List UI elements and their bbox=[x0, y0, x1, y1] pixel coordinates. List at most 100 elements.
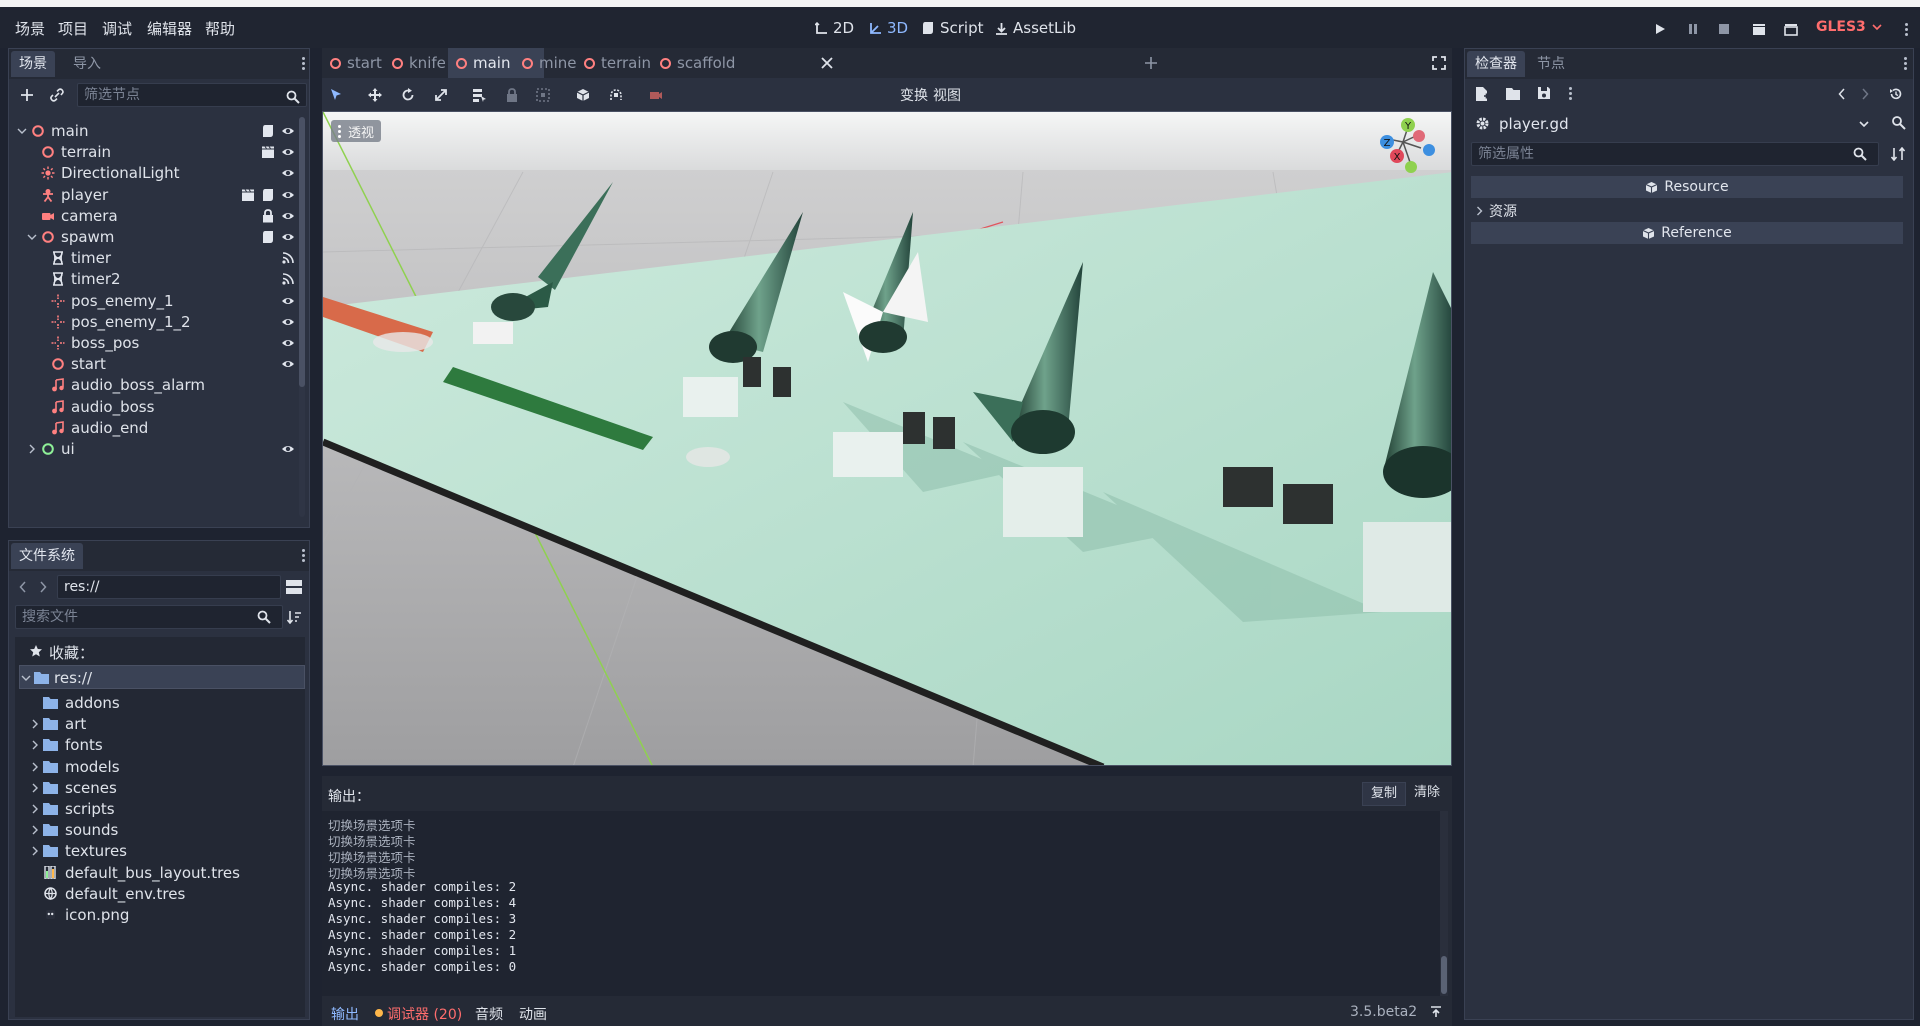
move-tool[interactable] bbox=[366, 86, 384, 104]
tab-inspector[interactable]: 检查器 bbox=[1467, 51, 1525, 77]
section-reference[interactable]: Reference bbox=[1471, 222, 1903, 244]
group-resource[interactable]: 资源 bbox=[1471, 199, 1903, 221]
signal-icon[interactable] bbox=[281, 272, 295, 286]
pause-button[interactable] bbox=[1683, 19, 1703, 39]
list-select-tool[interactable] bbox=[470, 86, 488, 104]
camera-preview-tool[interactable] bbox=[647, 86, 665, 104]
signal-icon[interactable] bbox=[281, 251, 295, 265]
chevron-down-icon[interactable] bbox=[17, 126, 27, 136]
tab-debugger[interactable]: 调试器 (20) bbox=[387, 1004, 462, 1024]
rotate-tool[interactable] bbox=[399, 86, 417, 104]
menu-editor[interactable]: 编辑器 bbox=[147, 18, 192, 39]
new-tab-icon[interactable] bbox=[1144, 56, 1158, 70]
open-folder-icon[interactable] bbox=[1506, 87, 1522, 101]
save-icon[interactable] bbox=[1537, 86, 1551, 100]
tab-node[interactable]: 节点 bbox=[1529, 51, 1573, 77]
play-button[interactable] bbox=[1650, 19, 1670, 39]
expand-panel-icon[interactable] bbox=[1430, 1006, 1442, 1018]
workspace-assetlib-button[interactable]: AssetLib bbox=[994, 17, 1076, 39]
chevron-right-icon[interactable] bbox=[30, 804, 40, 814]
split-mode-icon[interactable] bbox=[286, 580, 302, 594]
instance-scene-button[interactable] bbox=[47, 85, 67, 105]
filesystem-path-field[interactable]: res:// bbox=[57, 575, 281, 599]
scene-dock-menu-icon[interactable] bbox=[302, 57, 306, 70]
scene-tree-item-ui[interactable]: ui bbox=[19, 437, 299, 461]
new-resource-icon[interactable] bbox=[1475, 86, 1489, 102]
select-tool[interactable] bbox=[327, 86, 345, 104]
resource-picker[interactable]: player.gd bbox=[1471, 111, 1871, 137]
history-back-icon[interactable] bbox=[1838, 88, 1846, 100]
output-scroll-thumb[interactable] bbox=[1441, 956, 1447, 994]
lock-icon[interactable] bbox=[261, 208, 275, 223]
play-custom-scene-button[interactable] bbox=[1781, 19, 1801, 39]
workspace-2d-button[interactable]: 2D bbox=[814, 17, 854, 39]
tab-import[interactable]: 导入 bbox=[65, 51, 109, 77]
file-search-input[interactable]: 搜索文件 bbox=[15, 605, 283, 629]
eye-icon[interactable] bbox=[281, 294, 295, 308]
eye-icon[interactable] bbox=[281, 124, 295, 138]
chevron-right-icon[interactable] bbox=[30, 762, 40, 772]
chevron-right-icon[interactable] bbox=[30, 846, 40, 856]
eye-icon[interactable] bbox=[281, 188, 295, 202]
clear-button[interactable]: 清除 bbox=[1408, 782, 1446, 806]
transform-menu[interactable]: 变换 bbox=[900, 85, 928, 105]
scene-tab-mine[interactable]: mine bbox=[514, 48, 585, 78]
forward-icon[interactable] bbox=[39, 581, 47, 593]
chevron-right-icon[interactable] bbox=[30, 740, 40, 750]
menu-debug[interactable]: 调试 bbox=[102, 18, 132, 39]
menu-scene[interactable]: 场景 bbox=[15, 18, 45, 39]
workspace-3d-button[interactable]: 3D bbox=[868, 17, 908, 39]
sort-icon[interactable] bbox=[1891, 147, 1905, 161]
scene-tree-scroll-thumb[interactable] bbox=[299, 117, 305, 387]
scene-icon[interactable] bbox=[261, 145, 275, 159]
close-tab-icon[interactable] bbox=[821, 57, 833, 69]
eye-icon[interactable] bbox=[281, 442, 295, 456]
favorites-row[interactable]: 收藏： bbox=[19, 639, 309, 663]
scene-filter-input[interactable]: 筛选节点 bbox=[77, 83, 307, 107]
scene-tab-scaffold[interactable]: scaffold bbox=[652, 48, 743, 78]
add-node-button[interactable] bbox=[17, 85, 37, 105]
output-scrollbar[interactable] bbox=[1440, 811, 1448, 996]
script-icon[interactable] bbox=[261, 188, 275, 202]
workspace-script-button[interactable]: Script bbox=[921, 17, 984, 39]
menu-help[interactable]: 帮助 bbox=[205, 18, 235, 39]
distraction-free-icon[interactable] bbox=[1432, 56, 1446, 70]
file-root-row[interactable]: res:// bbox=[19, 665, 305, 689]
tab-output[interactable]: 输出 bbox=[331, 1004, 359, 1024]
scene-tab-knife[interactable]: knife bbox=[384, 48, 454, 78]
chevron-right-icon[interactable] bbox=[30, 719, 40, 729]
scene-tab-terrain[interactable]: terrain bbox=[576, 48, 659, 78]
section-resource[interactable]: Resource bbox=[1471, 176, 1903, 198]
resource-menu-icon[interactable] bbox=[1569, 87, 1573, 100]
stop-button[interactable] bbox=[1714, 19, 1734, 39]
lock-tool[interactable] bbox=[503, 86, 521, 104]
eye-icon[interactable] bbox=[281, 230, 295, 244]
back-icon[interactable] bbox=[19, 581, 27, 593]
menu-project[interactable]: 项目 bbox=[58, 18, 88, 39]
perspective-menu[interactable]: 透视 bbox=[331, 120, 382, 142]
chevron-right-icon[interactable] bbox=[30, 783, 40, 793]
eye-icon[interactable] bbox=[281, 357, 295, 371]
tab-filesystem[interactable]: 文件系统 bbox=[11, 543, 83, 569]
scene-icon[interactable] bbox=[241, 188, 255, 202]
object-properties-icon[interactable] bbox=[1891, 115, 1907, 131]
eye-icon[interactable] bbox=[281, 145, 295, 159]
script-icon[interactable] bbox=[261, 124, 275, 138]
eye-icon[interactable] bbox=[281, 209, 295, 223]
file-item-icon-png[interactable]: icon.png bbox=[19, 903, 309, 927]
view-menu[interactable]: 视图 bbox=[933, 85, 961, 105]
scene-tab-start[interactable]: start bbox=[322, 48, 390, 78]
history-icon[interactable] bbox=[1889, 87, 1903, 101]
chevron-right-icon[interactable] bbox=[27, 444, 37, 454]
eye-icon[interactable] bbox=[281, 336, 295, 350]
play-scene-button[interactable] bbox=[1749, 19, 1769, 39]
eye-icon[interactable] bbox=[281, 166, 295, 180]
chevron-right-icon[interactable] bbox=[30, 825, 40, 835]
inspector-menu-icon[interactable] bbox=[1904, 57, 1908, 70]
local-space-tool[interactable] bbox=[574, 86, 592, 104]
tab-audio[interactable]: 音频 bbox=[475, 1004, 503, 1024]
script-icon[interactable] bbox=[261, 230, 275, 244]
tab-scene[interactable]: 场景 bbox=[11, 51, 55, 77]
scale-tool[interactable] bbox=[432, 86, 450, 104]
more-icon[interactable] bbox=[1905, 23, 1909, 36]
